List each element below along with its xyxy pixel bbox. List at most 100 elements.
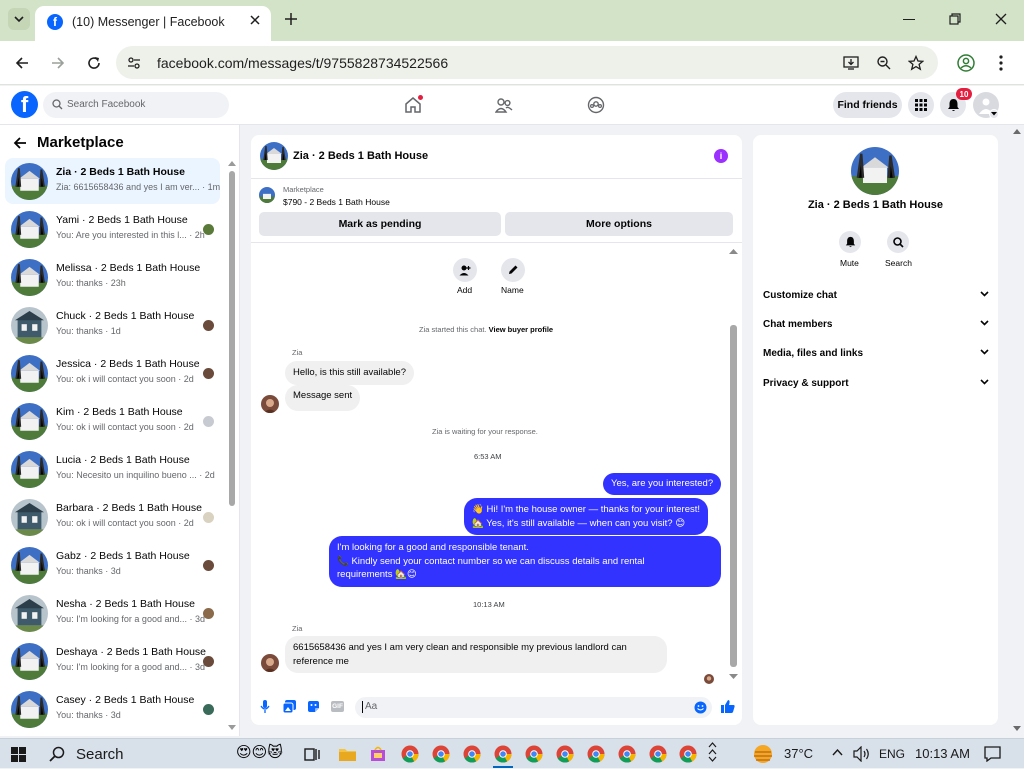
conversation-list-scrollbar[interactable]	[229, 171, 235, 506]
details-avatar[interactable]	[851, 147, 899, 195]
install-app-icon[interactable]	[843, 55, 859, 71]
notification-center-icon[interactable]	[984, 746, 1001, 762]
conversation-item[interactable]: Chuck · 2 Beds 1 Bath House You: thanks ·…	[5, 302, 220, 348]
chat-scrollbar[interactable]	[730, 325, 737, 667]
view-buyer-profile-link[interactable]: View buyer profile	[489, 325, 553, 334]
site-info-icon[interactable]	[126, 55, 142, 71]
customize-chat-section[interactable]: Customize chat	[763, 290, 989, 301]
home-nav-icon[interactable]	[404, 95, 423, 114]
incoming-message[interactable]: Hello, is this still available?	[285, 361, 414, 385]
conversation-item[interactable]: Zia · 2 Beds 1 Bath House Zia: 6615658436…	[5, 158, 220, 204]
conversation-item[interactable]: Nesha · 2 Beds 1 Bath House You: I'm look…	[5, 590, 220, 636]
sender-avatar[interactable]	[261, 395, 279, 413]
task-view-icon[interactable]	[304, 747, 320, 762]
volume-icon[interactable]	[853, 746, 871, 762]
conversation-item[interactable]: Barbara · 2 Beds 1 Bath House You: ok i w…	[5, 494, 220, 540]
close-window-button[interactable]	[995, 13, 1007, 25]
outgoing-message[interactable]: Yes, are you interested?	[603, 473, 722, 495]
sender-avatar[interactable]	[261, 654, 279, 672]
emoji-icon[interactable]	[694, 701, 707, 714]
address-bar[interactable]: facebook.com/messages/t/9755828734522566	[116, 46, 938, 79]
search-box[interactable]: Search Facebook	[43, 92, 229, 118]
media-files-links-section[interactable]: Media, files and links	[763, 348, 989, 359]
conversation-item[interactable]: Kim · 2 Beds 1 Bath House You: ok i will …	[5, 398, 220, 444]
incoming-message[interactable]: Message sent	[285, 385, 361, 411]
add-contact-button[interactable]	[453, 258, 477, 282]
friends-nav-icon[interactable]	[495, 96, 513, 114]
input-language[interactable]: ENG	[879, 747, 905, 761]
minimize-button[interactable]	[903, 19, 915, 20]
mute-button[interactable]	[839, 231, 861, 253]
profile-icon[interactable]	[957, 54, 975, 72]
conversation-info-icon[interactable]: i	[714, 149, 728, 163]
browser-menu-icon[interactable]	[999, 55, 1003, 71]
bookmark-star-icon[interactable]	[908, 55, 924, 71]
taskbar-overflow-icon[interactable]	[708, 742, 717, 766]
privacy-support-section[interactable]: Privacy & support	[763, 378, 989, 389]
conversation-item[interactable]: Deshaya · 2 Beds 1 Bath House You: I'm lo…	[5, 638, 220, 684]
zoom-icon[interactable]	[876, 55, 892, 71]
chrome-app-icon[interactable]	[679, 745, 697, 763]
more-options-button[interactable]: More options	[505, 212, 733, 236]
store-app-icon[interactable]	[370, 746, 386, 762]
close-tab-icon[interactable]	[249, 14, 261, 26]
account-dropdown-icon[interactable]	[989, 109, 999, 119]
chrome-app-icon[interactable]	[494, 745, 512, 763]
url-text[interactable]: facebook.com/messages/t/9755828734522566	[157, 55, 448, 71]
gif-icon[interactable]: GIF	[331, 701, 344, 712]
weather-temperature[interactable]: 37°C	[784, 746, 813, 761]
start-button[interactable]	[11, 747, 26, 762]
chrome-app-icon[interactable]	[432, 745, 450, 763]
conversation-item[interactable]: Yami · 2 Beds 1 Bath House You: Are you i…	[5, 206, 220, 252]
listing-title[interactable]: $790 - 2 Beds 1 Bath House	[283, 197, 390, 207]
chat-title[interactable]: Zia · 2 Beds 1 Bath House	[293, 150, 428, 162]
mark-as-pending-button[interactable]: Mark as pending	[259, 212, 501, 236]
listing-thumbnail[interactable]	[259, 187, 275, 203]
tab-list-button[interactable]	[8, 8, 30, 30]
message-input[interactable]: Aa	[355, 697, 712, 718]
file-explorer-icon[interactable]	[339, 747, 356, 761]
page-scroll-up-arrow[interactable]	[1013, 129, 1021, 134]
conversation-item[interactable]: Jessica · 2 Beds 1 Bath House You: ok i w…	[5, 350, 220, 396]
edit-name-button[interactable]	[501, 258, 525, 282]
chrome-app-icon[interactable]	[587, 745, 605, 763]
show-hidden-icons-icon[interactable]	[832, 749, 843, 756]
chrome-app-icon[interactable]	[556, 745, 574, 763]
conversation-item[interactable]: Melissa · 2 Beds 1 Bath House You: thanks…	[5, 254, 220, 300]
forward-button[interactable]	[50, 55, 66, 71]
groups-nav-icon[interactable]	[587, 96, 605, 114]
restore-button[interactable]	[949, 13, 961, 25]
chat-header-avatar[interactable]	[260, 142, 288, 170]
new-tab-button[interactable]	[284, 12, 298, 26]
reload-button[interactable]	[86, 55, 102, 71]
thumbs-up-icon[interactable]	[721, 699, 735, 713]
chrome-app-icon[interactable]	[463, 745, 481, 763]
outgoing-message[interactable]: I'm looking for a good and responsible t…	[329, 536, 721, 587]
attach-photo-icon[interactable]	[283, 700, 296, 713]
chat-scroll-up-arrow[interactable]	[729, 249, 738, 254]
outgoing-message[interactable]: 👋 Hi! I'm the house owner — thanks for y…	[464, 498, 709, 535]
back-button[interactable]	[14, 55, 30, 71]
conversation-item[interactable]: Lucia · 2 Beds 1 Bath House You: Necesito…	[5, 446, 220, 492]
chrome-app-icon[interactable]	[649, 745, 667, 763]
search-in-conversation-button[interactable]	[887, 231, 909, 253]
incoming-message[interactable]: 6615658436 and yes I am very clean and r…	[285, 636, 667, 673]
chat-scroll-down-arrow[interactable]	[729, 674, 738, 679]
scrollbar-up-arrow[interactable]	[228, 161, 236, 166]
chat-members-section[interactable]: Chat members	[763, 319, 989, 330]
conversation-item[interactable]: Gabz · 2 Beds 1 Bath House You: thanks · …	[5, 542, 220, 588]
taskbar-search[interactable]: Search 😍😊😻	[40, 739, 283, 769]
menu-grid-button[interactable]	[908, 92, 934, 118]
find-friends-button[interactable]: Find friends	[833, 92, 902, 118]
chrome-app-icon[interactable]	[618, 745, 636, 763]
weather-icon[interactable]	[752, 744, 774, 764]
page-scroll-down-arrow[interactable]	[1013, 726, 1021, 731]
sticker-icon[interactable]	[307, 700, 320, 713]
chrome-app-icon[interactable]	[525, 745, 543, 763]
scrollbar-down-arrow[interactable]	[228, 725, 236, 730]
voice-clip-icon[interactable]	[260, 700, 270, 714]
back-arrow-icon[interactable]	[13, 136, 27, 150]
facebook-logo[interactable]: f	[11, 91, 38, 118]
clock[interactable]: 10:13 AM	[915, 746, 970, 761]
conversation-item[interactable]: Casey · 2 Beds 1 Bath House You: thanks ·…	[5, 686, 220, 732]
